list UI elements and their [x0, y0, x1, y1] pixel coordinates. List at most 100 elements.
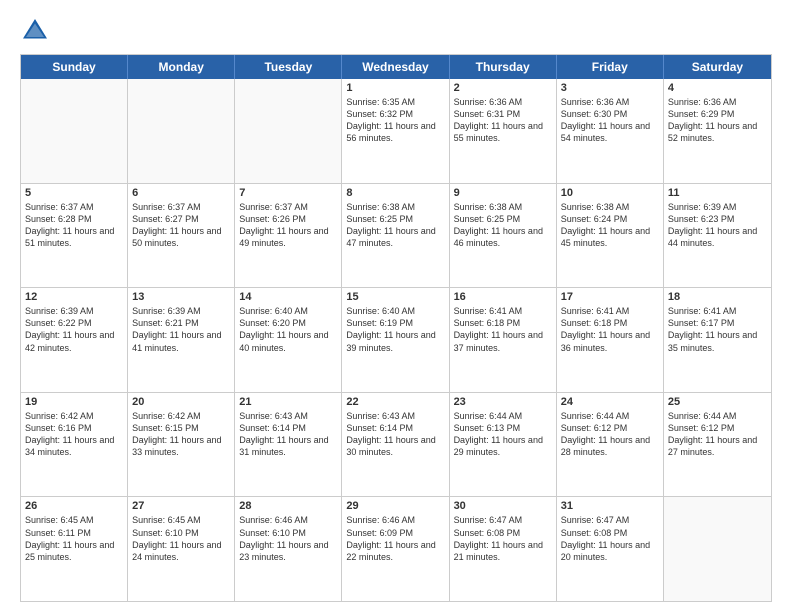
cal-cell-31: 31Sunrise: 6:47 AM Sunset: 6:08 PM Dayli…	[557, 497, 664, 601]
day-number: 10	[561, 187, 659, 199]
day-number: 19	[25, 396, 123, 408]
cell-info: Sunrise: 6:39 AM Sunset: 6:21 PM Dayligh…	[132, 305, 230, 354]
day-number: 3	[561, 82, 659, 94]
day-number: 16	[454, 291, 552, 303]
cal-cell-12: 12 Sunrise: 6:39 AM Sunset: 6:22 PM Dayli…	[21, 288, 128, 392]
cal-cell-15: 15 Sunrise: 6:40 AM Sunset: 6:19 PM Dayli…	[342, 288, 449, 392]
day-number: 11	[668, 187, 767, 199]
cell-info: Sunrise: 6:45 AM Sunset: 6:11 PM Dayligh…	[25, 514, 123, 563]
cal-cell-10: 10 Sunrise: 6:38 AM Sunset: 6:24 PM Dayli…	[557, 184, 664, 288]
day-number: 9	[454, 187, 552, 199]
cal-cell-1: 1 Sunrise: 6:35 AM Sunset: 6:32 PM Daylig…	[342, 79, 449, 183]
cal-cell-11: 11 Sunrise: 6:39 AM Sunset: 6:23 PM Dayli…	[664, 184, 771, 288]
cell-info: Sunrise: 6:46 AM Sunset: 6:10 PM Dayligh…	[239, 514, 337, 563]
logo	[20, 16, 54, 46]
cal-cell-2: 2Sunrise: 6:36 AM Sunset: 6:31 PM Daylig…	[450, 79, 557, 183]
cal-cell-22: 22 Sunrise: 6:43 AM Sunset: 6:14 PM Dayli…	[342, 393, 449, 497]
cell-info: Sunrise: 6:39 AM Sunset: 6:22 PM Dayligh…	[25, 305, 123, 354]
cell-info: Sunrise: 6:41 AM Sunset: 6:18 PM Dayligh…	[454, 305, 552, 354]
logo-icon	[20, 16, 50, 46]
cal-cell-6: 6 Sunrise: 6:37 AM Sunset: 6:27 PM Daylig…	[128, 184, 235, 288]
day-number: 13	[132, 291, 230, 303]
cal-cell-empty-4-6	[664, 497, 771, 601]
cal-cell-29: 29 Sunrise: 6:46 AM Sunset: 6:09 PM Dayli…	[342, 497, 449, 601]
day-number: 15	[346, 291, 444, 303]
day-number: 27	[132, 500, 230, 512]
cell-info: Sunrise: 6:46 AM Sunset: 6:09 PM Dayligh…	[346, 514, 444, 563]
day-number: 8	[346, 187, 444, 199]
day-number: 25	[668, 396, 767, 408]
cell-info: Sunrise: 6:36 AM Sunset: 6:31 PM Dayligh…	[454, 96, 552, 145]
cell-info: Sunrise: 6:38 AM Sunset: 6:25 PM Dayligh…	[454, 201, 552, 250]
day-number: 21	[239, 396, 337, 408]
cell-info: Sunrise: 6:43 AM Sunset: 6:14 PM Dayligh…	[239, 410, 337, 459]
cell-info: Sunrise: 6:45 AM Sunset: 6:10 PM Dayligh…	[132, 514, 230, 563]
day-number: 22	[346, 396, 444, 408]
day-number: 18	[668, 291, 767, 303]
cell-info: Sunrise: 6:40 AM Sunset: 6:19 PM Dayligh…	[346, 305, 444, 354]
cell-info: Sunrise: 6:42 AM Sunset: 6:16 PM Dayligh…	[25, 410, 123, 459]
calendar-header: SundayMondayTuesdayWednesdayThursdayFrid…	[21, 55, 771, 79]
day-number: 20	[132, 396, 230, 408]
day-number: 1	[346, 82, 444, 94]
cal-cell-27: 27 Sunrise: 6:45 AM Sunset: 6:10 PM Dayli…	[128, 497, 235, 601]
cal-cell-24: 24 Sunrise: 6:44 AM Sunset: 6:12 PM Dayli…	[557, 393, 664, 497]
cal-cell-4: 4Sunrise: 6:36 AM Sunset: 6:29 PM Daylig…	[664, 79, 771, 183]
cal-row-4: 26 Sunrise: 6:45 AM Sunset: 6:11 PM Dayli…	[21, 496, 771, 601]
header	[20, 16, 772, 46]
day-number: 6	[132, 187, 230, 199]
cal-cell-empty-0-0	[21, 79, 128, 183]
day-number: 30	[454, 500, 552, 512]
cal-cell-16: 16 Sunrise: 6:41 AM Sunset: 6:18 PM Dayli…	[450, 288, 557, 392]
header-day-saturday: Saturday	[664, 55, 771, 79]
cal-cell-5: 5Sunrise: 6:37 AM Sunset: 6:28 PM Daylig…	[21, 184, 128, 288]
cal-cell-empty-0-2	[235, 79, 342, 183]
day-number: 29	[346, 500, 444, 512]
cal-cell-14: 14Sunrise: 6:40 AM Sunset: 6:20 PM Dayli…	[235, 288, 342, 392]
cell-info: Sunrise: 6:42 AM Sunset: 6:15 PM Dayligh…	[132, 410, 230, 459]
cal-cell-23: 23Sunrise: 6:44 AM Sunset: 6:13 PM Dayli…	[450, 393, 557, 497]
cal-cell-19: 19 Sunrise: 6:42 AM Sunset: 6:16 PM Dayli…	[21, 393, 128, 497]
cal-cell-25: 25 Sunrise: 6:44 AM Sunset: 6:12 PM Dayli…	[664, 393, 771, 497]
header-day-wednesday: Wednesday	[342, 55, 449, 79]
cal-cell-empty-0-1	[128, 79, 235, 183]
header-day-friday: Friday	[557, 55, 664, 79]
cal-row-0: 1 Sunrise: 6:35 AM Sunset: 6:32 PM Daylig…	[21, 79, 771, 183]
cell-info: Sunrise: 6:44 AM Sunset: 6:12 PM Dayligh…	[561, 410, 659, 459]
cell-info: Sunrise: 6:38 AM Sunset: 6:25 PM Dayligh…	[346, 201, 444, 250]
cell-info: Sunrise: 6:47 AM Sunset: 6:08 PM Dayligh…	[561, 514, 659, 563]
cell-info: Sunrise: 6:41 AM Sunset: 6:18 PM Dayligh…	[561, 305, 659, 354]
day-number: 12	[25, 291, 123, 303]
header-day-tuesday: Tuesday	[235, 55, 342, 79]
cell-info: Sunrise: 6:37 AM Sunset: 6:27 PM Dayligh…	[132, 201, 230, 250]
cell-info: Sunrise: 6:36 AM Sunset: 6:30 PM Dayligh…	[561, 96, 659, 145]
cal-cell-17: 17 Sunrise: 6:41 AM Sunset: 6:18 PM Dayli…	[557, 288, 664, 392]
cal-cell-28: 28 Sunrise: 6:46 AM Sunset: 6:10 PM Dayli…	[235, 497, 342, 601]
day-number: 14	[239, 291, 337, 303]
cell-info: Sunrise: 6:41 AM Sunset: 6:17 PM Dayligh…	[668, 305, 767, 354]
day-number: 24	[561, 396, 659, 408]
calendar-body: 1 Sunrise: 6:35 AM Sunset: 6:32 PM Daylig…	[21, 79, 771, 601]
cal-cell-3: 3 Sunrise: 6:36 AM Sunset: 6:30 PM Daylig…	[557, 79, 664, 183]
cell-info: Sunrise: 6:37 AM Sunset: 6:26 PM Dayligh…	[239, 201, 337, 250]
cal-row-3: 19 Sunrise: 6:42 AM Sunset: 6:16 PM Dayli…	[21, 392, 771, 497]
cal-row-2: 12 Sunrise: 6:39 AM Sunset: 6:22 PM Dayli…	[21, 287, 771, 392]
day-number: 7	[239, 187, 337, 199]
header-day-sunday: Sunday	[21, 55, 128, 79]
cell-info: Sunrise: 6:44 AM Sunset: 6:12 PM Dayligh…	[668, 410, 767, 459]
cell-info: Sunrise: 6:38 AM Sunset: 6:24 PM Dayligh…	[561, 201, 659, 250]
day-number: 5	[25, 187, 123, 199]
cell-info: Sunrise: 6:47 AM Sunset: 6:08 PM Dayligh…	[454, 514, 552, 563]
day-number: 17	[561, 291, 659, 303]
cal-cell-13: 13 Sunrise: 6:39 AM Sunset: 6:21 PM Dayli…	[128, 288, 235, 392]
cell-info: Sunrise: 6:43 AM Sunset: 6:14 PM Dayligh…	[346, 410, 444, 459]
cell-info: Sunrise: 6:36 AM Sunset: 6:29 PM Dayligh…	[668, 96, 767, 145]
day-number: 26	[25, 500, 123, 512]
cell-info: Sunrise: 6:39 AM Sunset: 6:23 PM Dayligh…	[668, 201, 767, 250]
cell-info: Sunrise: 6:35 AM Sunset: 6:32 PM Dayligh…	[346, 96, 444, 145]
cell-info: Sunrise: 6:44 AM Sunset: 6:13 PM Dayligh…	[454, 410, 552, 459]
calendar: SundayMondayTuesdayWednesdayThursdayFrid…	[20, 54, 772, 602]
cal-cell-26: 26 Sunrise: 6:45 AM Sunset: 6:11 PM Dayli…	[21, 497, 128, 601]
cal-cell-9: 9 Sunrise: 6:38 AM Sunset: 6:25 PM Daylig…	[450, 184, 557, 288]
day-number: 28	[239, 500, 337, 512]
